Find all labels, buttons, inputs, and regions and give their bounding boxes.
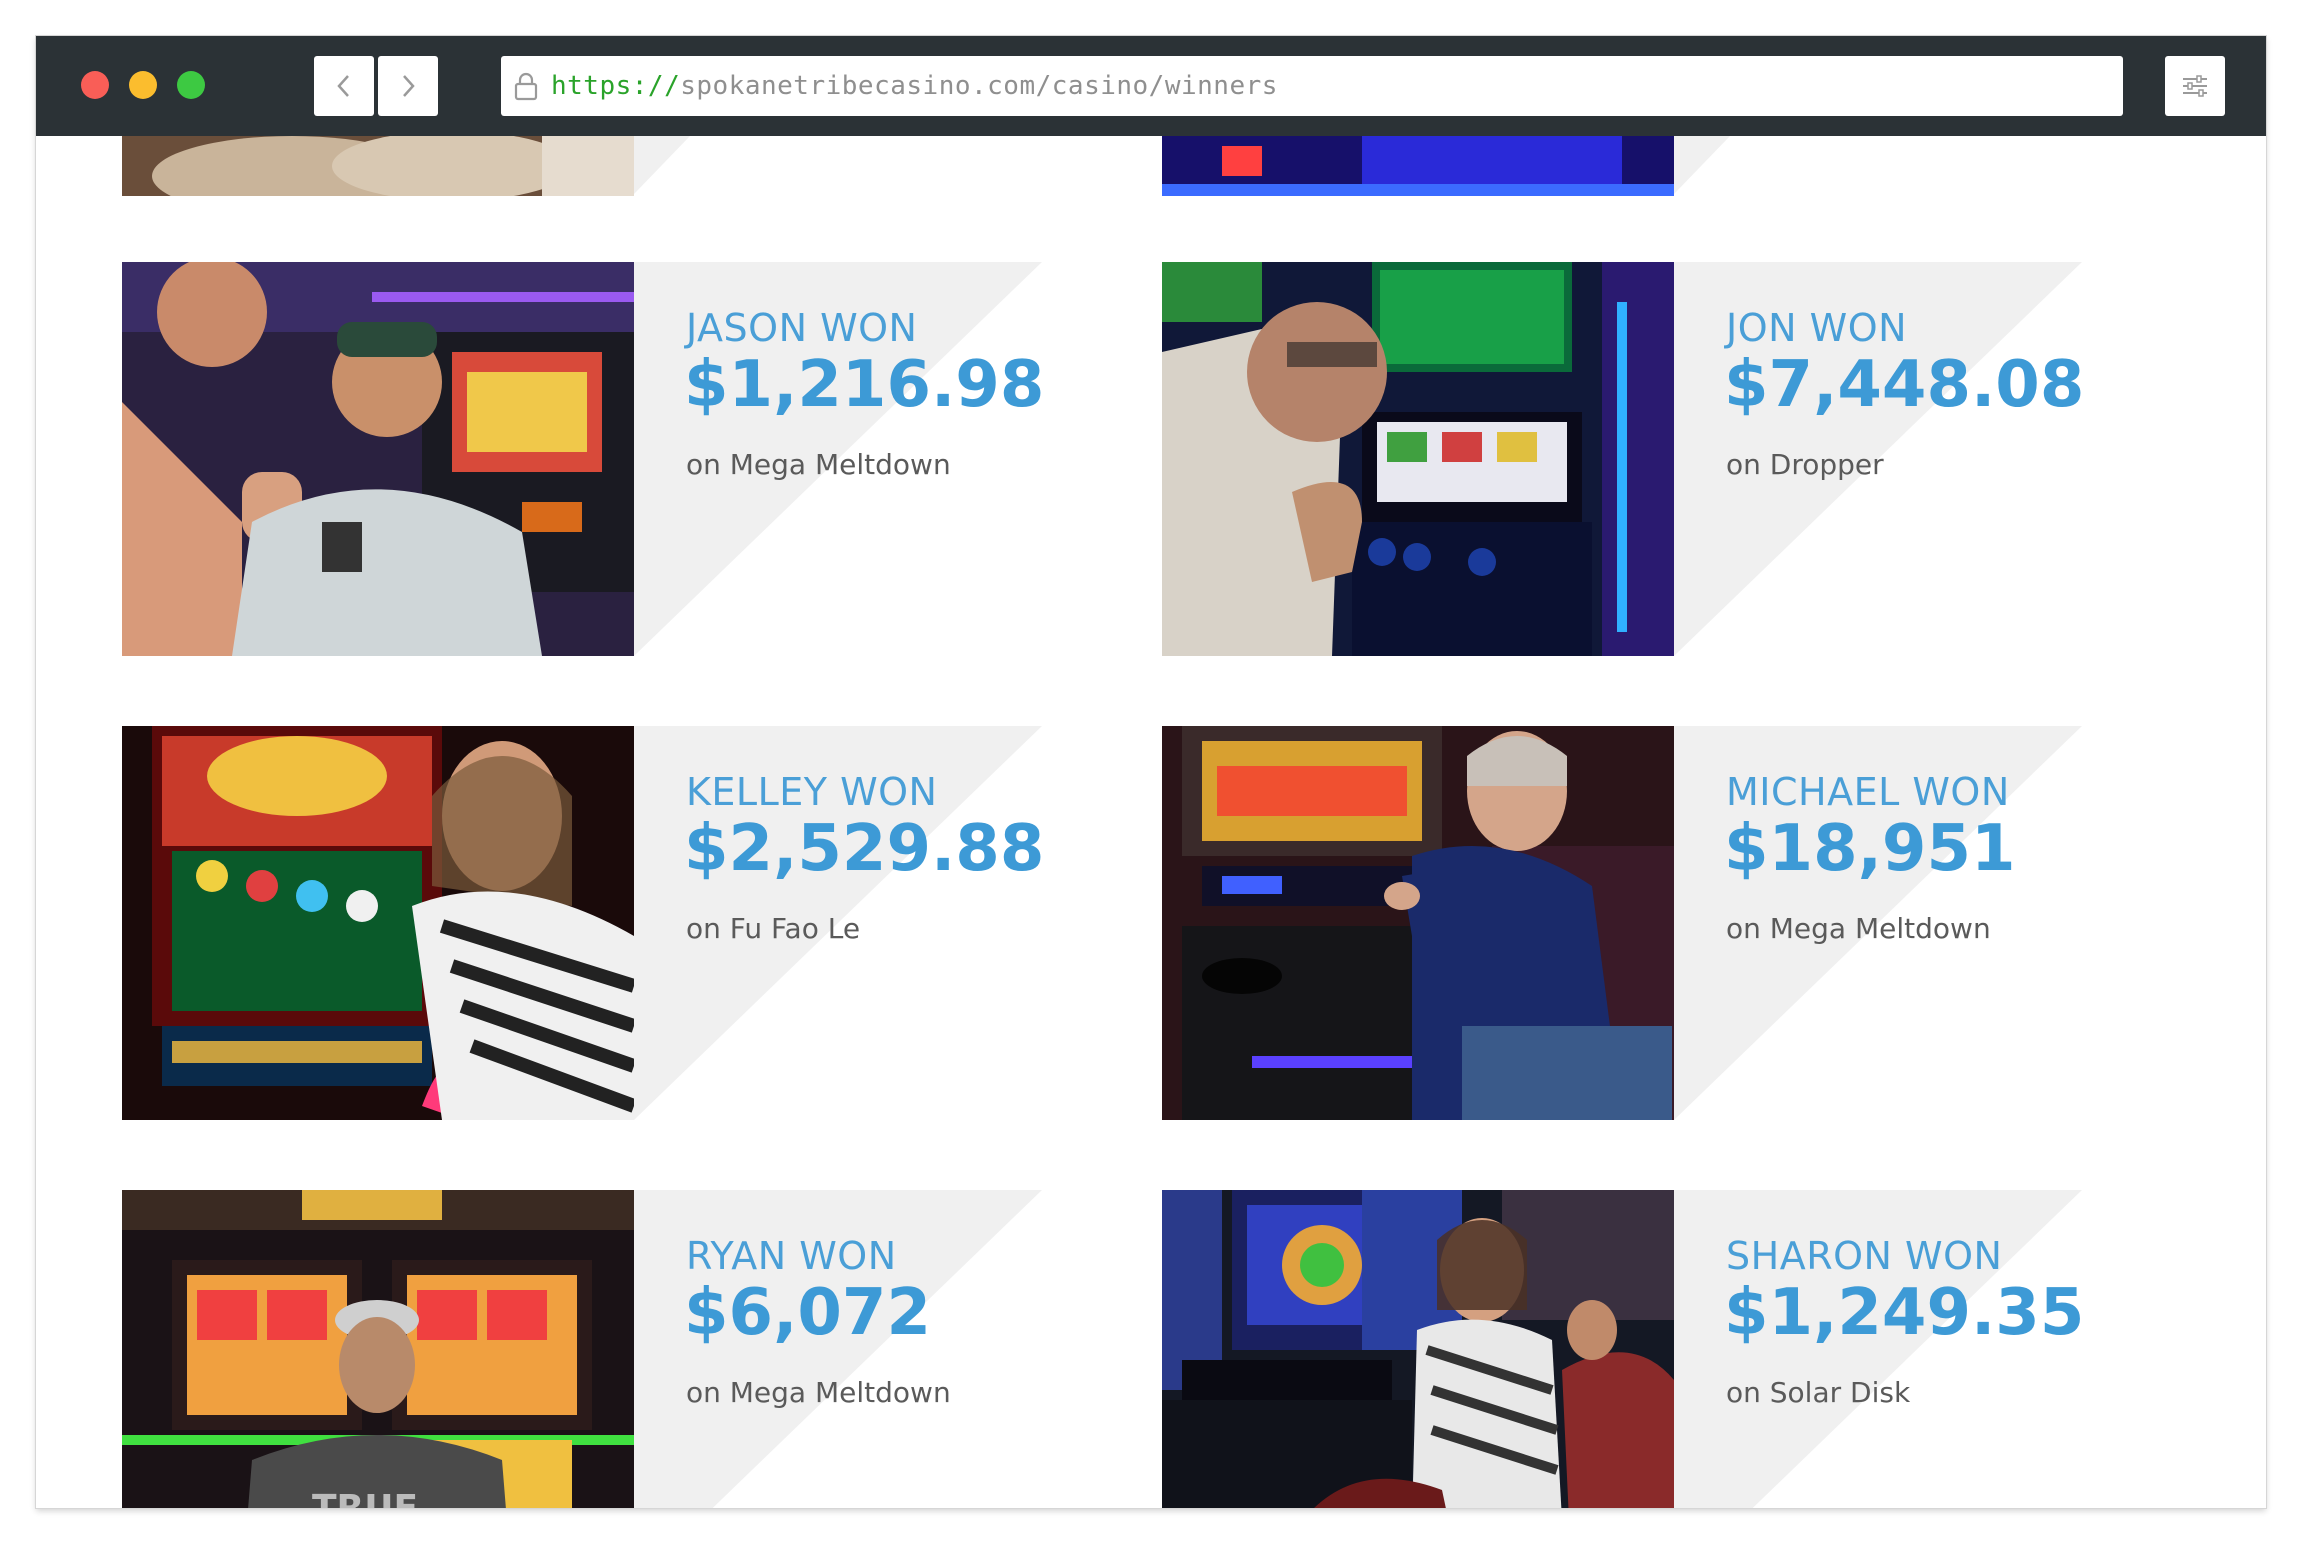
winner-name: SHARON WON [1726, 1234, 2003, 1278]
winner-card: KELLEY WON $2,529.88 on Fu Fao Le [122, 726, 1045, 1120]
chevron-left-icon [337, 75, 349, 97]
winner-game: on Dropper [1726, 448, 1884, 481]
winner-name: JON WON [1726, 306, 1908, 350]
winner-game: on Solar Disk [1726, 1376, 1911, 1409]
winner-game: on Mega Meltdown [1726, 912, 1991, 945]
winner-photo [122, 726, 634, 1120]
winner-photo [122, 262, 634, 656]
maximize-window-button[interactable] [177, 71, 205, 99]
winner-card: JASON WON $1,216.98 on Mega Meltdown [122, 262, 1045, 656]
browser-window: https://spokanetribecasino.com/casino/wi… [36, 36, 2266, 1508]
winner-game: on Mega Meltdown [686, 448, 951, 481]
winner-card: JON WON $7,448.08 on Dropper [1162, 262, 2085, 656]
browser-toolbar: https://spokanetribecasino.com/casino/wi… [36, 36, 2266, 136]
lock-icon [514, 72, 538, 101]
chevron-right-icon [403, 75, 415, 97]
winner-name: JASON WON [686, 306, 918, 350]
winner-photo [1162, 262, 1674, 656]
winner-photo [122, 136, 634, 196]
svg-text:TRUE: TRUE [312, 1488, 418, 1508]
winner-photo [1162, 1190, 1674, 1508]
winner-name: KELLEY WON [686, 770, 938, 814]
winner-amount: $18,951 [1724, 812, 2016, 886]
winner-amount: $6,072 [684, 1276, 931, 1350]
winner-amount: $2,529.88 [684, 812, 1045, 886]
minimize-window-button[interactable] [129, 71, 157, 99]
winner-photo [1162, 726, 1674, 1120]
url-text: https://spokanetribecasino.com/casino/wi… [551, 71, 1278, 101]
address-bar[interactable]: https://spokanetribecasino.com/casino/wi… [501, 56, 2123, 116]
winner-amount: $1,249.35 [1724, 1276, 2085, 1350]
back-button[interactable] [314, 56, 374, 116]
winner-photo: TRUE [122, 1190, 634, 1508]
winner-game: on Fu Fao Le [686, 912, 861, 945]
sliders-icon [2183, 75, 2207, 97]
winner-card: TRUE RYAN WON $6,072 on Mega Meltdown [122, 1190, 1042, 1508]
winner-photo [1162, 136, 1674, 196]
winner-amount: $1,216.98 [684, 348, 1045, 422]
forward-button[interactable] [378, 56, 438, 116]
page-content: JASON WON $1,216.98 on Mega Meltdown JON… [36, 136, 2266, 1508]
winner-game: on Mega Meltdown [686, 1376, 951, 1409]
winner-card: SHARON WON $1,249.35 on Solar Disk [1162, 1190, 2085, 1508]
winner-amount: $7,448.08 [1724, 348, 2085, 422]
url-scheme: https:// [551, 71, 681, 101]
winner-name: MICHAEL WON [1726, 770, 2010, 814]
url-path: spokanetribecasino.com/casino/winners [680, 71, 1278, 101]
settings-button[interactable] [2165, 56, 2225, 116]
winner-name: RYAN WON [686, 1234, 897, 1278]
card-diagonal-background [634, 136, 690, 194]
close-window-button[interactable] [81, 71, 109, 99]
winner-card: MICHAEL WON $18,951 on Mega Meltdown [1162, 726, 2082, 1120]
card-diagonal-background [1674, 136, 1730, 194]
